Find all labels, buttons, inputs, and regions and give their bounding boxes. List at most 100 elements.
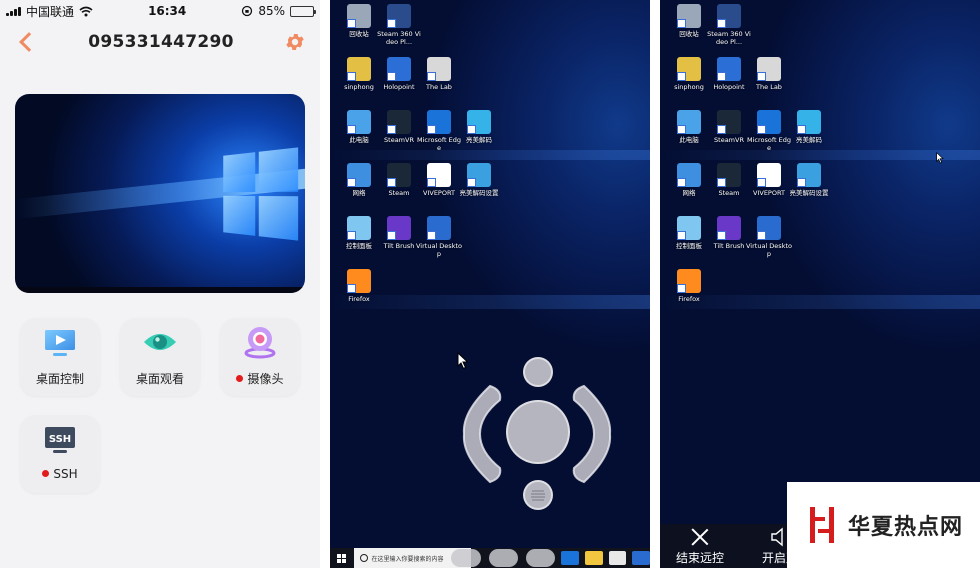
close-icon	[690, 527, 710, 547]
desktop-icon[interactable]: 亮美解码设置	[456, 163, 502, 197]
joystick-up-button[interactable]	[523, 357, 553, 387]
keyboard-button[interactable]	[488, 549, 519, 567]
desktop-control-icon	[45, 330, 75, 356]
file-explorer-icon[interactable]	[585, 551, 603, 565]
camera-label: 摄像头	[247, 372, 284, 386]
desktop-icon[interactable]: Steam 360 Video Pl...	[376, 4, 422, 46]
desktop-icon[interactable]: 亮美解码设置	[786, 163, 832, 197]
back-icon[interactable]	[16, 31, 38, 53]
joystick-right-arc[interactable]	[570, 382, 614, 486]
remote-desktop-view-joystick[interactable]: 回收站 Steam 360 Video Pl... sinphong Holopoin…	[330, 0, 650, 568]
desktop-app-icon	[677, 4, 701, 28]
ssh-icon: SSH	[45, 427, 75, 453]
desktop-icon-label: Virtual Desktop	[416, 242, 462, 258]
desktop-app-icon	[717, 110, 741, 134]
wallpaper-streak	[660, 150, 980, 160]
desktop-app-icon	[427, 216, 451, 240]
desktop-app-icon	[347, 216, 371, 240]
desktop-icon-label: The Lab	[426, 83, 452, 91]
ssh-label: SSH	[53, 467, 78, 481]
desktop-icon-label: Virtual Desktop	[746, 242, 792, 258]
orientation-lock-icon	[242, 5, 253, 17]
desktop-icon[interactable]: The Lab	[746, 57, 792, 91]
desktop-icon[interactable]: The Lab	[416, 57, 462, 91]
remote-app-panel: 中国联通 16:34 85% 095331447290 桌面控制 桌面观看 摄像…	[0, 0, 320, 568]
gear-icon[interactable]	[284, 31, 306, 53]
desktop-icon[interactable]: Virtual Desktop	[746, 216, 792, 258]
desktop-app-icon	[387, 57, 411, 81]
desktop-control-button[interactable]: 桌面控制	[20, 318, 100, 396]
desktop-app-icon	[347, 4, 371, 28]
desktop-icon-label: Firefox	[678, 295, 700, 303]
desktop-app-icon	[347, 163, 371, 187]
desktop-icon-label: Steam 360 Video Pl...	[707, 30, 751, 46]
desktop-app-icon	[427, 57, 451, 81]
desktop-app-icon	[757, 163, 781, 187]
ssh-button[interactable]: SSH SSH	[20, 415, 100, 493]
desktop-app-icon	[797, 163, 821, 187]
desktop-view-label: 桌面观看	[135, 372, 184, 386]
joystick-left-arc[interactable]	[460, 382, 504, 486]
end-remote-button[interactable]: 结束远控	[665, 527, 735, 566]
navigation-bar: 095331447290	[0, 22, 320, 62]
desktop-app-icon	[347, 269, 371, 293]
desktop-icon-label: Firefox	[348, 295, 370, 303]
mouse-mode-button[interactable]	[451, 549, 481, 567]
desktop-icon[interactable]: Firefox	[336, 269, 382, 303]
desktop-icon[interactable]: Steam 360 Video Pl...	[706, 4, 752, 46]
desktop-app-icon	[467, 110, 491, 134]
ssh-icon-text: SSH	[49, 434, 71, 445]
joystick-center-knob[interactable]	[506, 400, 570, 464]
desktop-app-icon	[757, 216, 781, 240]
desktop-app-icon	[677, 216, 701, 240]
desktop-app-icon	[717, 216, 741, 240]
menu-lines-icon	[531, 490, 545, 501]
battery-percent: 85%	[258, 4, 285, 18]
desktop-icon[interactable]: 亮美解码	[456, 110, 502, 144]
desktop-app-icon	[677, 57, 701, 81]
store-icon[interactable]	[608, 551, 627, 565]
status-time: 16:34	[148, 4, 187, 18]
desktop-icon-label: 亮美解码	[466, 136, 492, 144]
desktop-app-icon	[387, 163, 411, 187]
wifi-icon	[79, 6, 93, 16]
site-logo-icon	[804, 505, 840, 545]
desktop-app-icon	[427, 163, 451, 187]
desktop-app-icon	[427, 110, 451, 134]
camera-label-row: 摄像头	[220, 370, 300, 387]
windows-start-icon[interactable]	[330, 548, 354, 568]
edge-taskbar-icon[interactable]	[561, 551, 580, 565]
desktop-preview-thumbnail[interactable]	[15, 94, 305, 293]
status-dot	[42, 470, 50, 477]
joystick-menu-button[interactable]	[523, 480, 553, 510]
mouse-cursor-icon	[457, 352, 469, 370]
eye-icon	[144, 334, 176, 350]
desktop-icon[interactable]: 亮美解码	[786, 110, 832, 144]
desktop-icon-label: 亮美解码设置	[789, 189, 829, 197]
ssh-label-row: SSH	[20, 467, 100, 481]
app-taskbar-icon[interactable]	[632, 551, 650, 565]
desktop-icon[interactable]: Virtual Desktop	[416, 216, 462, 258]
desktop-app-icon	[717, 163, 741, 187]
end-remote-label: 结束远控	[675, 551, 724, 565]
desktop-control-label: 桌面控制	[35, 372, 84, 386]
menu-button[interactable]	[526, 549, 556, 567]
device-id-title: 095331447290	[88, 32, 234, 52]
battery-icon	[289, 5, 316, 17]
desktop-app-icon	[717, 4, 741, 28]
site-watermark: 华夏热点网	[787, 482, 980, 568]
desktop-icon[interactable]: Firefox	[666, 269, 712, 303]
desktop-icon-label: The Lab	[756, 83, 782, 91]
mouse-cursor-icon	[936, 152, 944, 164]
desktop-app-icon	[387, 110, 411, 134]
carrier-label: 中国联通	[26, 4, 75, 19]
camera-button[interactable]: 摄像头	[220, 318, 300, 396]
wallpaper-streak	[330, 150, 650, 160]
camera-icon	[244, 327, 276, 359]
desktop-view-button[interactable]: 桌面观看	[120, 318, 200, 396]
desktop-app-icon	[797, 110, 821, 134]
desktop-app-icon	[467, 163, 491, 187]
watermark-text: 华夏热点网	[847, 515, 963, 540]
desktop-app-icon	[387, 4, 411, 28]
desktop-icon-label: Steam 360 Video Pl...	[377, 30, 421, 46]
